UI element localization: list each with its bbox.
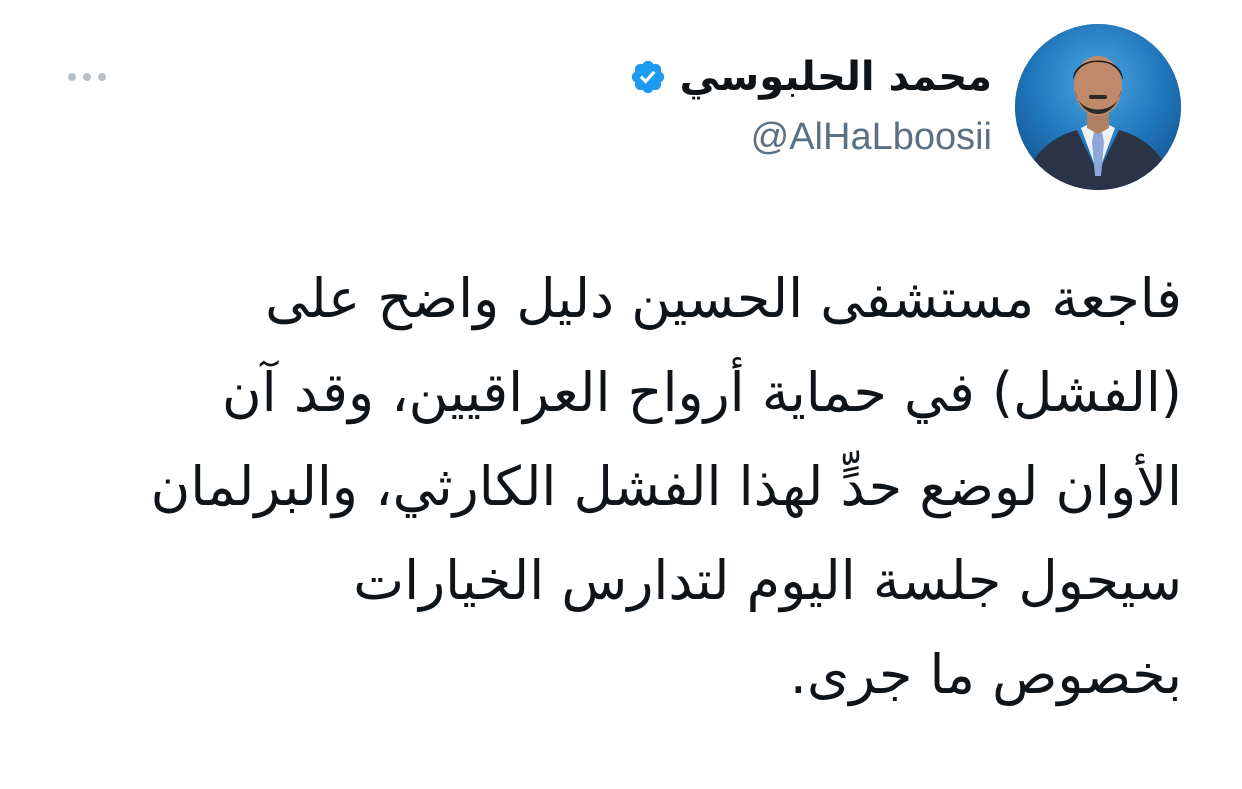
- tweet-text-line: (الفشل) في حماية أرواح العراقيين، وقد آن: [222, 361, 1182, 424]
- author-display-name[interactable]: محمد الحلبوسي: [679, 48, 992, 106]
- tweet-text: فاجعة مستشفى الحسين دليل واضح على (الفشل…: [52, 252, 1182, 722]
- tweet-text-line: فاجعة مستشفى الحسين دليل واضح على: [265, 267, 1182, 330]
- tweet-text-line: سيحول جلسة اليوم لتدارس الخيارات: [353, 549, 1182, 612]
- verified-badge-icon: [629, 58, 667, 96]
- more-dot: [98, 73, 106, 81]
- profile-photo: [1015, 24, 1181, 190]
- more-options-button[interactable]: [62, 64, 112, 90]
- tweet-text-line: بخصوص ما جرى.: [789, 643, 1182, 706]
- tweet-text-line: الأوان لوضع حدٍّ لهذا الفشل الكارثي، وال…: [150, 455, 1182, 518]
- author-info: محمد الحلبوسي @AlHaLboosii: [629, 48, 992, 162]
- avatar[interactable]: [1015, 24, 1181, 190]
- more-dot: [83, 73, 91, 81]
- author-name-row: محمد الحلبوسي: [629, 48, 992, 106]
- tweet-card: محمد الحلبوسي @AlHaLboosii فاجعة مستشفى …: [0, 0, 1242, 789]
- author-handle[interactable]: @AlHaLboosii: [629, 112, 992, 162]
- more-horizontal-icon: [68, 73, 76, 81]
